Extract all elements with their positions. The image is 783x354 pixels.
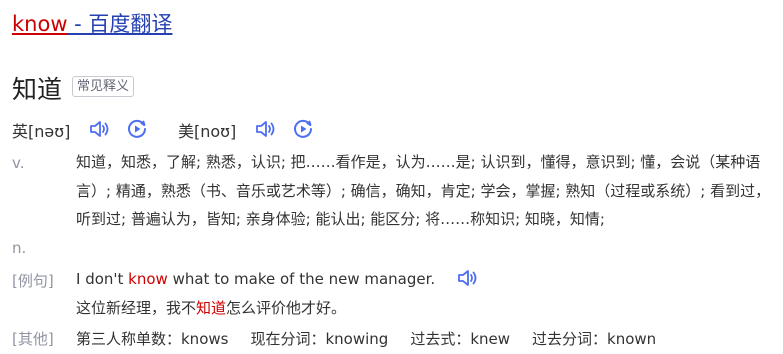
example-zh-before: 这位新经理，我不 (76, 299, 197, 317)
pos-verb-label: v. (12, 154, 25, 172)
common-meaning-tag: 常见释义 (72, 76, 135, 97)
title-keyword: know (12, 12, 68, 36)
example-en-keyword: know (128, 270, 168, 288)
present-participle-form: 现在分词：knowing (250, 330, 389, 348)
example-en-after: what to make of the new manager. (167, 270, 436, 288)
example-zh-after: 怎么评价他才好。 (226, 299, 347, 317)
example-zh-keyword: 知道 (196, 299, 227, 317)
definition-text: 知道，知悉，了解; 熟悉，认识; 把……看作是，认为……是; 认识到，懂得，意识… (76, 153, 771, 228)
other-forms-label: [其他] (12, 330, 54, 348)
us-play-circle-icon[interactable] (292, 118, 314, 140)
us-speaker-icon[interactable] (254, 118, 276, 140)
uk-speaker-icon[interactable] (88, 118, 110, 140)
example-en-before: I don't (76, 270, 129, 288)
example-sentence-zh: 这位新经理，我不知道怎么评价他才好。 (76, 297, 346, 318)
title-source: - 百度翻译 (67, 12, 173, 36)
uk-play-circle-icon[interactable] (126, 118, 148, 140)
translation-card: know - 百度翻译 知道 常见释义 英[nəʊ] 美[noʊ] v. n. … (0, 0, 783, 354)
pos-noun-label: n. (12, 239, 27, 257)
word-forms: 第三人称单数：knows 现在分词：knowing 过去式：knew 过去分词：kno… (76, 328, 656, 349)
example-sentence-en: I don't know what to make of the new man… (76, 270, 435, 288)
headword: 知道 (12, 75, 63, 104)
example-speaker-icon[interactable] (456, 267, 478, 289)
uk-phonetic: 英[nəʊ] (12, 122, 71, 141)
us-phonetic: 美[noʊ] (178, 122, 237, 141)
past-tense-form: 过去式：knew (410, 330, 511, 348)
third-person-form: 第三人称单数：knows (76, 330, 229, 348)
result-title-link[interactable]: know - 百度翻译 (12, 8, 172, 38)
past-participle-form: 过去分词：known (532, 330, 657, 348)
example-label: [例句] (12, 272, 54, 290)
